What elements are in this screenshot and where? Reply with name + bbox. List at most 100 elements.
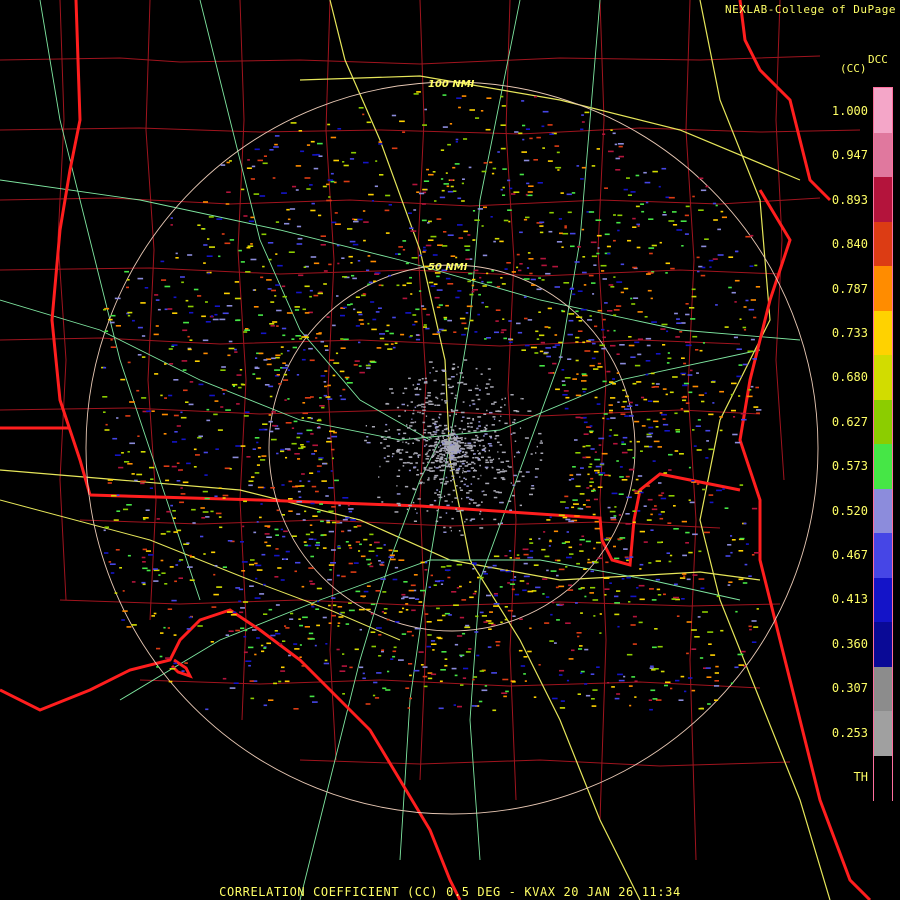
echo-pixel bbox=[310, 256, 317, 258]
clutter-pixel bbox=[444, 448, 447, 450]
clutter-pixel bbox=[396, 475, 400, 477]
echo-pixel bbox=[385, 232, 390, 234]
echo-pixel bbox=[227, 354, 231, 357]
echo-pixel bbox=[593, 264, 597, 266]
clutter-pixel bbox=[476, 384, 478, 387]
echo-pixel bbox=[247, 245, 254, 247]
clutter-pixel bbox=[475, 394, 479, 396]
clutter-pixel bbox=[521, 398, 524, 400]
echo-pixel bbox=[173, 634, 177, 636]
echo-pixel bbox=[163, 465, 170, 467]
echo-pixel bbox=[687, 677, 693, 679]
echo-pixel bbox=[621, 443, 626, 445]
echo-pixel bbox=[137, 277, 144, 280]
echo-pixel bbox=[261, 650, 265, 653]
clutter-pixel bbox=[450, 459, 452, 462]
echo-pixel bbox=[160, 533, 166, 535]
echo-pixel bbox=[634, 492, 640, 494]
clutter-pixel bbox=[483, 426, 486, 429]
echo-pixel bbox=[127, 554, 131, 557]
echo-pixel bbox=[588, 339, 595, 341]
echo-pixel bbox=[187, 335, 190, 338]
echo-pixel bbox=[330, 136, 337, 139]
echo-pixel bbox=[306, 440, 310, 443]
echo-pixel bbox=[309, 184, 313, 186]
echo-pixel bbox=[549, 539, 552, 542]
clutter-pixel bbox=[530, 487, 535, 490]
echo-pixel bbox=[326, 316, 330, 318]
echo-pixel bbox=[474, 219, 480, 221]
clutter-pixel bbox=[427, 394, 431, 397]
echo-pixel bbox=[332, 457, 334, 460]
echo-pixel bbox=[550, 570, 557, 572]
clutter-pixel bbox=[446, 438, 448, 440]
clutter-pixel bbox=[500, 406, 503, 409]
echo-pixel bbox=[353, 526, 358, 528]
echo-pixel bbox=[173, 414, 179, 417]
echo-pixel bbox=[197, 295, 202, 297]
echo-pixel bbox=[129, 401, 135, 403]
echo-pixel bbox=[549, 133, 554, 135]
echo-pixel bbox=[330, 470, 333, 472]
echo-pixel bbox=[560, 192, 564, 194]
echo-pixel bbox=[488, 622, 494, 625]
echo-pixel bbox=[420, 561, 425, 564]
echo-pixel bbox=[298, 130, 303, 132]
clutter-pixel bbox=[539, 442, 543, 444]
echo-pixel bbox=[582, 388, 587, 390]
echo-pixel bbox=[308, 567, 314, 569]
echo-pixel bbox=[691, 288, 696, 291]
clutter-pixel bbox=[451, 410, 455, 412]
clutter-pixel bbox=[477, 440, 482, 442]
echo-pixel bbox=[739, 318, 742, 320]
clutter-pixel bbox=[504, 404, 506, 406]
clutter-pixel bbox=[509, 509, 512, 511]
legend-tick-label: 0.840 bbox=[831, 237, 868, 252]
clutter-pixel bbox=[490, 437, 493, 439]
clutter-pixel bbox=[451, 501, 453, 503]
echo-pixel bbox=[520, 665, 526, 667]
echo-pixel bbox=[221, 389, 227, 391]
echo-pixel bbox=[331, 448, 335, 451]
clutter-pixel bbox=[415, 462, 418, 464]
clutter-pixel bbox=[462, 471, 464, 474]
echo-pixel bbox=[343, 164, 349, 167]
echo-pixel bbox=[282, 514, 285, 516]
echo-pixel bbox=[661, 492, 665, 494]
echo-pixel bbox=[486, 281, 493, 284]
echo-pixel bbox=[731, 382, 737, 385]
echo-pixel bbox=[542, 110, 549, 113]
echo-pixel bbox=[708, 643, 712, 645]
echo-pixel bbox=[560, 700, 565, 702]
echo-pixel bbox=[180, 276, 185, 278]
echo-pixel bbox=[394, 621, 400, 623]
echo-pixel bbox=[575, 602, 578, 604]
echo-pixel bbox=[571, 649, 575, 652]
echo-pixel bbox=[558, 674, 563, 676]
echo-pixel bbox=[624, 408, 630, 410]
echo-pixel bbox=[326, 521, 331, 524]
echo-pixel bbox=[454, 163, 460, 165]
echo-pixel bbox=[424, 613, 429, 615]
echo-pixel bbox=[442, 126, 448, 128]
echo-pixel bbox=[645, 373, 649, 376]
clutter-pixel bbox=[449, 526, 452, 529]
echo-pixel bbox=[585, 445, 591, 447]
echo-pixel bbox=[623, 188, 628, 191]
echo-pixel bbox=[632, 226, 637, 228]
echo-pixel bbox=[277, 567, 282, 569]
legend-tick-label: 0.467 bbox=[831, 548, 868, 562]
echo-pixel bbox=[180, 493, 186, 495]
echo-pixel bbox=[160, 632, 164, 634]
echo-pixel bbox=[363, 161, 369, 164]
echo-pixel bbox=[254, 597, 261, 599]
credit-text: NEXLAB-College of DuPage bbox=[725, 3, 896, 16]
echo-pixel bbox=[284, 625, 287, 627]
clutter-pixel bbox=[485, 459, 488, 461]
echo-pixel bbox=[480, 110, 484, 112]
echo-pixel bbox=[337, 606, 343, 608]
echo-pixel bbox=[441, 245, 448, 247]
echo-pixel bbox=[636, 246, 641, 249]
clutter-pixel bbox=[455, 508, 458, 510]
echo-pixel bbox=[663, 472, 668, 474]
